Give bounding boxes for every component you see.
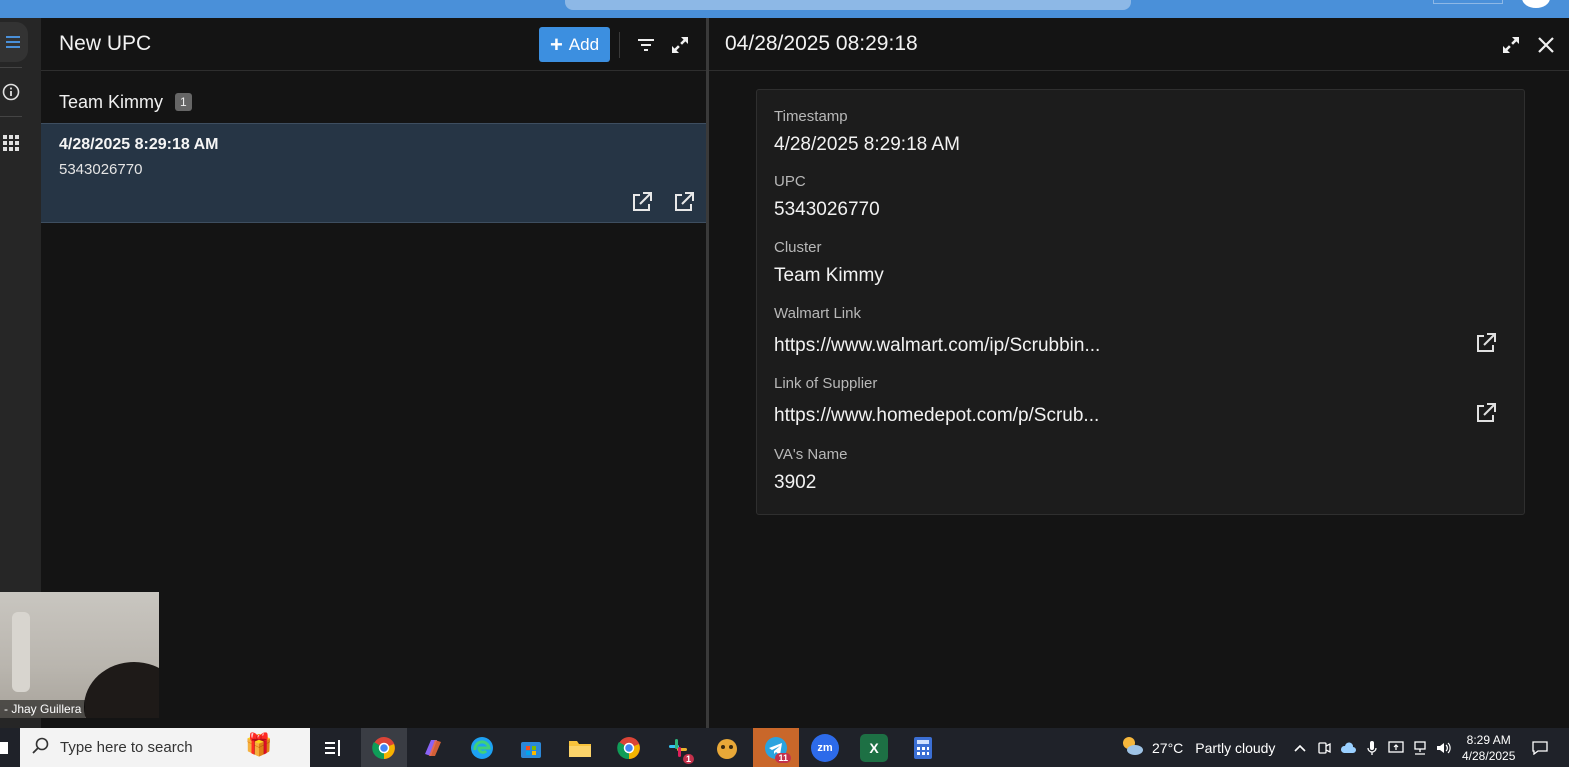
group-count-badge: 1: [175, 93, 192, 111]
notification-badge: 1: [682, 754, 694, 764]
video-background-object: [12, 612, 30, 692]
group-header[interactable]: Team Kimmy 1: [41, 71, 707, 123]
video-call-thumbnail[interactable]: - Jhay Guillera: [0, 592, 159, 718]
task-view-icon[interactable]: [320, 734, 348, 762]
excel-icon[interactable]: X: [860, 734, 888, 762]
clock-date: 4/28/2025: [1462, 749, 1516, 763]
system-clock[interactable]: 8:29 AM 4/28/2025: [1462, 732, 1515, 764]
browser-address-bar[interactable]: [565, 0, 1131, 10]
notifications-icon[interactable]: [1532, 740, 1548, 756]
field-label: Cluster: [774, 239, 822, 256]
screen-share-icon[interactable]: [1388, 740, 1404, 756]
browser-top-bar: [0, 0, 1569, 18]
add-button[interactable]: + Add: [539, 27, 610, 62]
detail-panel: 04/28/2025 08:29:18 Timestamp 4/28/2025 …: [709, 18, 1569, 728]
zoom-icon-glyph: zm: [817, 742, 833, 754]
filter-icon[interactable]: [633, 32, 659, 58]
detail-card: Timestamp 4/28/2025 8:29:18 AM UPC 53430…: [756, 89, 1525, 515]
partly-cloudy-icon: [1120, 735, 1144, 760]
start-button[interactable]: [0, 742, 8, 754]
list-panel-header: New UPC + Add: [41, 18, 707, 71]
search-placeholder: Type here to search: [60, 739, 193, 756]
field-supplier-link: Link of Supplier https://www.homedepot.c…: [774, 375, 1099, 427]
external-link-icon[interactable]: [1475, 332, 1499, 356]
profile-avatar[interactable]: [1522, 0, 1550, 8]
external-link-icon[interactable]: [1475, 402, 1499, 426]
taskbar-search[interactable]: Type here to search 🎁: [20, 728, 310, 767]
telegram-icon[interactable]: 11: [753, 728, 799, 767]
group-name: Team Kimmy: [59, 91, 164, 112]
microphone-icon[interactable]: [1364, 740, 1380, 756]
add-button-label: Add: [568, 34, 600, 54]
field-value: 3902: [774, 472, 817, 493]
expand-icon[interactable]: [1498, 32, 1524, 58]
page-title: New UPC: [59, 32, 152, 55]
game-app-icon[interactable]: [713, 734, 741, 762]
weather-condition: Partly cloudy: [1195, 739, 1276, 756]
weather-temp: 27°C: [1152, 739, 1184, 756]
header-divider: [619, 32, 620, 58]
detail-title: 04/28/2025 08:29:18: [725, 32, 918, 55]
rail-divider: [0, 67, 22, 68]
notification-badge: 11: [775, 753, 791, 763]
apps-grid-icon[interactable]: [0, 132, 22, 154]
cloud-sync-icon[interactable]: [1340, 740, 1356, 756]
excel-icon-glyph: X: [869, 740, 879, 756]
external-link-icon[interactable]: [673, 191, 697, 215]
camera-icon[interactable]: [1316, 740, 1332, 756]
supplier-link[interactable]: https://www.homedepot.com/p/Scrub...: [774, 405, 1099, 427]
field-value: Team Kimmy: [774, 265, 884, 286]
field-walmart-link: Walmart Link https://www.walmart.com/ip/…: [774, 305, 1100, 357]
field-label: Link of Supplier: [774, 375, 878, 392]
chevron-up-icon[interactable]: [1292, 740, 1308, 756]
record-timestamp: 4/28/2025 8:29:18 AM: [59, 136, 219, 153]
field-upc: UPC 5343026770: [774, 173, 880, 221]
record-upc: 5343026770: [59, 161, 143, 178]
field-value: 5343026770: [774, 199, 880, 220]
expand-icon[interactable]: [667, 32, 693, 58]
chrome-icon[interactable]: [361, 728, 407, 767]
field-label: UPC: [774, 173, 806, 190]
copilot-icon[interactable]: [419, 734, 447, 762]
field-timestamp: Timestamp 4/28/2025 8:29:18 AM: [774, 108, 960, 156]
zoom-icon[interactable]: zm: [811, 734, 839, 762]
field-label: VA's Name: [774, 446, 848, 463]
taskbar: Type here to search 🎁 1 11 zm X 27°C Par…: [0, 728, 1569, 767]
volume-icon[interactable]: [1436, 740, 1452, 756]
rail-divider: [0, 116, 22, 117]
weather-widget[interactable]: 27°C Partly cloudy: [1120, 728, 1275, 767]
info-icon[interactable]: [0, 81, 22, 103]
field-label: Walmart Link: [774, 305, 861, 322]
gift-icon: 🎁: [245, 732, 273, 757]
close-icon[interactable]: [1533, 32, 1559, 58]
list-item[interactable]: 4/28/2025 8:29:18 AM 5343026770: [41, 123, 707, 223]
field-cluster: Cluster Team Kimmy: [774, 239, 884, 287]
clock-time: 8:29 AM: [1466, 733, 1511, 747]
video-participant-head: [84, 662, 159, 718]
menu-icon[interactable]: [0, 22, 28, 62]
field-label: Timestamp: [774, 108, 848, 125]
microsoft-store-icon[interactable]: [517, 734, 545, 762]
detail-panel-header: 04/28/2025 08:29:18: [709, 18, 1569, 71]
external-link-icon[interactable]: [631, 191, 655, 215]
calculator-icon[interactable]: [909, 734, 937, 762]
walmart-link[interactable]: https://www.walmart.com/ip/Scrubbin...: [774, 335, 1100, 357]
participant-name: - Jhay Guillera: [0, 700, 86, 718]
field-value: 4/28/2025 8:29:18 AM: [774, 134, 960, 155]
edge-icon[interactable]: [468, 734, 496, 762]
slack-icon[interactable]: 1: [664, 734, 694, 764]
file-explorer-icon[interactable]: [566, 734, 594, 762]
network-icon[interactable]: [1412, 740, 1428, 756]
search-icon: [32, 737, 50, 759]
field-va-name: VA's Name 3902: [774, 446, 847, 494]
browser-controls[interactable]: [1433, 0, 1503, 4]
plus-icon: +: [549, 31, 563, 57]
chrome-profile-icon[interactable]: [615, 734, 643, 762]
